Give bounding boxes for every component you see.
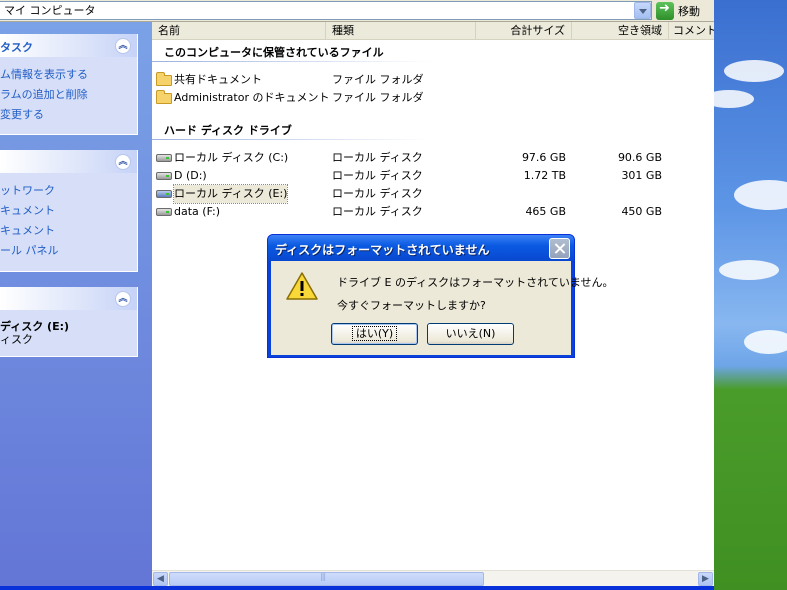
- window-bottom-border: [0, 586, 714, 590]
- column-header-comment[interactable]: コメント: [669, 22, 714, 40]
- list-item[interactable]: D (D:) ローカル ディスク 1.72 TB 301 GB: [156, 167, 676, 185]
- dialog-title: ディスクはフォーマットされていません: [275, 243, 490, 257]
- dialog-titlebar[interactable]: ディスクはフォーマットされていません: [268, 235, 574, 261]
- address-input[interactable]: マイ コンピュータ: [0, 1, 652, 20]
- horizontal-scrollbar[interactable]: ◀ ▶: [152, 570, 714, 586]
- system-tasks-header[interactable]: タスク ︽: [0, 34, 137, 57]
- list-item-selected[interactable]: ローカル ディスク (E:) ローカル ディスク: [156, 184, 676, 204]
- column-header-free-space[interactable]: 空き領域: [572, 22, 669, 40]
- task-link-add-remove-programs[interactable]: ラムの追加と削除: [0, 85, 137, 105]
- item-type: ローカル ディスク: [332, 187, 423, 200]
- column-header-type[interactable]: 種類: [326, 22, 476, 40]
- place-link-network[interactable]: ットワーク: [0, 181, 137, 201]
- place-link-control-panel[interactable]: ール パネル: [0, 241, 137, 261]
- group-divider: [152, 139, 432, 140]
- place-link-shared-documents[interactable]: キュメント: [0, 221, 137, 241]
- column-header-name[interactable]: 名前: [152, 22, 326, 40]
- folder-icon: [156, 90, 172, 104]
- go-label: 移動: [678, 4, 700, 18]
- hard-drive-icon: [156, 190, 172, 198]
- close-icon[interactable]: [549, 238, 570, 259]
- details-panel: ︽ ディスク (E:) ィスク: [0, 287, 138, 357]
- details-drive-type: ィスク: [0, 333, 33, 346]
- item-name: ローカル ディスク (E:): [172, 184, 289, 204]
- list-item[interactable]: 共有ドキュメント ファイル フォルダ: [156, 71, 676, 89]
- item-total-size: 1.72 TB: [523, 169, 566, 182]
- scroll-thumb[interactable]: [169, 572, 484, 586]
- dialog-message-line2: 今すぐフォーマットしますか?: [337, 299, 486, 312]
- other-places-panel: ︽ ットワーク キュメント キュメント ール パネル: [0, 150, 138, 272]
- item-type: ファイル フォルダ: [332, 91, 424, 104]
- task-link-system-info[interactable]: ム情報を表示する: [0, 65, 137, 85]
- desktop-wallpaper: [714, 0, 787, 590]
- item-free-space: 90.6 GB: [617, 151, 662, 164]
- details-header[interactable]: ︽: [0, 287, 137, 310]
- yes-button[interactable]: はい(Y): [331, 323, 418, 345]
- format-disk-dialog: ディスクはフォーマットされていません ドライブ E のディスクはフォーマットされ…: [267, 234, 614, 358]
- item-total-size: 97.6 GB: [521, 151, 566, 164]
- go-arrow-icon: [656, 1, 674, 20]
- list-item[interactable]: ローカル ディスク (C:) ローカル ディスク 97.6 GB 90.6 GB: [156, 149, 676, 167]
- item-name: ローカル ディスク (C:): [174, 151, 289, 164]
- list-item[interactable]: Administrator のドキュメント ファイル フォルダ: [156, 89, 676, 107]
- scroll-left-arrow-icon[interactable]: ◀: [153, 572, 168, 586]
- collapse-chevron-icon[interactable]: ︽: [115, 154, 131, 170]
- other-places-header[interactable]: ︽: [0, 150, 137, 173]
- system-tasks-title: タスク: [0, 41, 33, 54]
- column-header-bar: 名前 種類 合計サイズ 空き領域 コメント: [152, 22, 714, 40]
- task-pane: タスク ︽ ム情報を表示する ラムの追加と削除 変更する ︽ ットワーク キュメ…: [0, 22, 152, 590]
- dialog-body: ドライブ E のディスクはフォーマットされていません。 今すぐフォーマットします…: [271, 261, 614, 355]
- group-title-hard-drives: ハード ディスク ドライブ: [164, 124, 292, 137]
- scroll-right-arrow-icon[interactable]: ▶: [698, 572, 713, 586]
- group-title-stored-files: このコンピュータに保管されているファイル: [164, 46, 384, 59]
- no-button[interactable]: いいえ(N): [427, 323, 514, 345]
- collapse-chevron-icon[interactable]: ︽: [115, 291, 131, 307]
- hard-drive-icon: [156, 208, 172, 216]
- group-divider: [152, 61, 432, 62]
- hard-drive-icon: [156, 172, 172, 180]
- item-type: ローカル ディスク: [332, 205, 423, 218]
- item-name: 共有ドキュメント: [174, 73, 262, 86]
- hard-drive-icon: [156, 154, 172, 162]
- collapse-chevron-icon[interactable]: ︽: [115, 38, 131, 54]
- go-button[interactable]: 移動: [656, 1, 704, 20]
- item-name: D (D:): [174, 169, 207, 182]
- place-link-documents[interactable]: キュメント: [0, 201, 137, 221]
- item-name: data (F:): [174, 205, 221, 218]
- item-total-size: 465 GB: [525, 205, 566, 218]
- item-type: ローカル ディスク: [332, 169, 423, 182]
- address-bar: マイ コンピュータ 移動: [0, 0, 714, 22]
- details-drive-name: ディスク (E:): [0, 320, 70, 333]
- yes-button-label: はい(Y): [351, 326, 398, 341]
- item-free-space: 301 GB: [621, 169, 662, 182]
- item-name: Administrator のドキュメント: [174, 91, 330, 104]
- item-free-space: 450 GB: [621, 205, 662, 218]
- no-button-label: いいえ(N): [445, 327, 496, 340]
- item-type: ファイル フォルダ: [332, 73, 424, 86]
- folder-icon: [156, 72, 172, 86]
- system-tasks-panel: タスク ︽ ム情報を表示する ラムの追加と削除 変更する: [0, 34, 138, 135]
- list-item[interactable]: data (F:) ローカル ディスク 465 GB 450 GB: [156, 203, 676, 221]
- warning-icon: [286, 272, 318, 300]
- column-header-total-size[interactable]: 合計サイズ: [476, 22, 572, 40]
- task-link-change-setting[interactable]: 変更する: [0, 105, 137, 125]
- item-type: ローカル ディスク: [332, 151, 423, 164]
- dialog-message-line1: ドライブ E のディスクはフォーマットされていません。: [337, 276, 614, 289]
- address-dropdown-button[interactable]: [634, 2, 651, 19]
